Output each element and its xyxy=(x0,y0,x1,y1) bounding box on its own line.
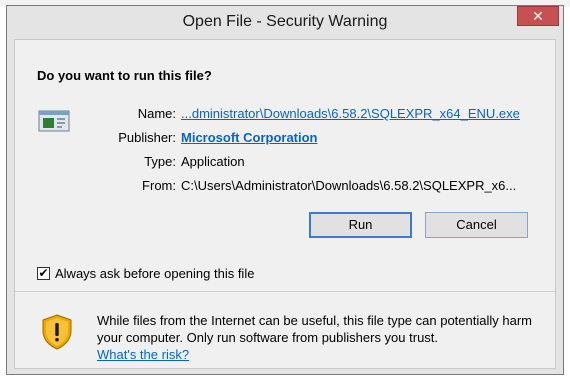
dialog-title: Open File - Security Warning xyxy=(182,13,388,30)
close-button[interactable]: ✕ xyxy=(517,6,559,26)
file-name-link[interactable]: ...dministrator\Downloads\6.58.2\SQLEXPR… xyxy=(181,106,520,121)
always-ask-checkbox[interactable]: ✔ xyxy=(37,267,50,280)
warning-shield-icon xyxy=(42,314,72,350)
dialog-body: Do you want to run this file? Name: ...d… xyxy=(14,39,556,369)
type-value: Application xyxy=(181,154,245,169)
name-label: Name: xyxy=(137,106,176,121)
type-row: Type: Application xyxy=(15,154,557,172)
from-value: C:\Users\Administrator\Downloads\6.58.2\… xyxy=(181,178,517,193)
run-button[interactable]: Run xyxy=(309,212,412,238)
type-label: Type: xyxy=(144,154,176,169)
whats-the-risk-link[interactable]: What's the risk? xyxy=(97,346,189,363)
publisher-link[interactable]: Microsoft Corporation xyxy=(181,130,318,145)
security-warning-dialog: Open File - Security Warning ✕ Do you wa… xyxy=(6,5,564,375)
title-bar[interactable]: Open File - Security Warning ✕ xyxy=(7,6,563,38)
close-icon: ✕ xyxy=(532,8,544,24)
from-row: From: C:\Users\Administrator\Downloads\6… xyxy=(15,178,557,196)
warning-section: While files from the Internet can be use… xyxy=(15,292,555,368)
dialog-heading: Do you want to run this file? xyxy=(37,68,212,83)
publisher-row: Publisher: Microsoft Corporation xyxy=(15,130,557,148)
from-label: From: xyxy=(142,178,176,193)
checkmark-icon: ✔ xyxy=(38,266,49,280)
always-ask-label[interactable]: Always ask before opening this file xyxy=(55,266,254,281)
name-row: Name: ...dministrator\Downloads\6.58.2\S… xyxy=(15,106,557,124)
publisher-label: Publisher: xyxy=(118,130,176,145)
warning-message: While files from the Internet can be use… xyxy=(97,313,532,345)
cancel-button[interactable]: Cancel xyxy=(425,212,528,238)
